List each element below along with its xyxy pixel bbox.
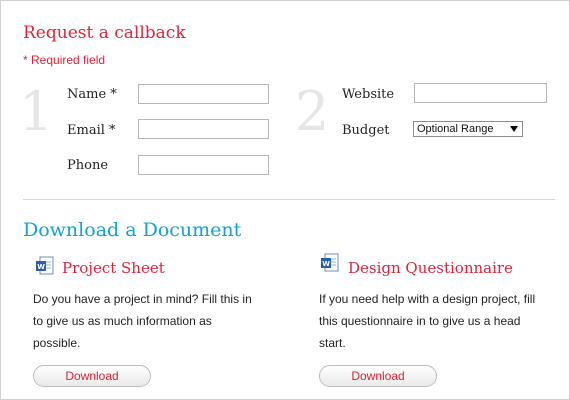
download-title: Download a Document	[23, 219, 242, 241]
word-document-icon: W	[36, 256, 54, 275]
email-input[interactable]	[138, 119, 269, 139]
svg-text:W: W	[322, 260, 330, 268]
section-divider	[23, 199, 555, 200]
callback-title: Request a callback	[23, 23, 186, 43]
budget-select[interactable]: Optional Range	[413, 121, 523, 137]
page-frame: Request a callback * Required field 1 2 …	[0, 0, 570, 400]
phone-input[interactable]	[138, 155, 269, 175]
phone-label: Phone	[67, 158, 109, 173]
budget-select-value: Optional Range	[417, 123, 494, 135]
website-input[interactable]	[414, 83, 547, 103]
name-label: Name *	[67, 87, 117, 102]
budget-label: Budget	[342, 123, 390, 138]
name-input[interactable]	[138, 84, 269, 104]
step-number-1: 1	[19, 80, 54, 143]
design-questionnaire-description: If you need help with a design project, …	[319, 292, 536, 350]
email-label: Email *	[67, 123, 116, 138]
svg-text:W: W	[37, 263, 45, 271]
word-document-icon: W	[321, 253, 339, 272]
design-questionnaire-download-button[interactable]: Download	[319, 365, 437, 387]
project-sheet-title: Project Sheet	[62, 259, 165, 277]
project-sheet-description: Do you have a project in mind? Fill this…	[33, 292, 252, 350]
design-questionnaire-title: Design Questionnaire	[348, 259, 513, 277]
website-label: Website	[342, 87, 395, 102]
required-field-note: * Required field	[23, 53, 106, 67]
project-sheet-download-button[interactable]: Download	[33, 365, 151, 387]
chevron-down-icon	[510, 126, 518, 132]
step-number-2: 2	[295, 80, 330, 143]
